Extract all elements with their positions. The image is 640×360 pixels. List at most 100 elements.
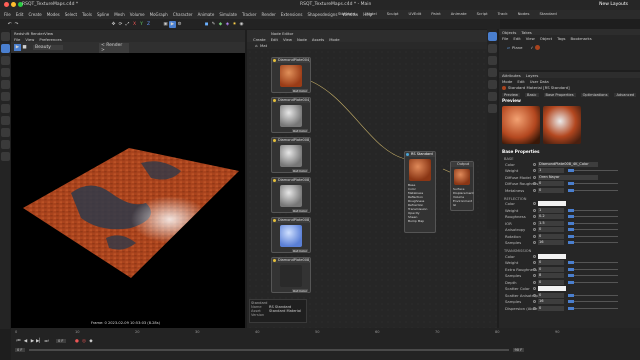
generator-icon[interactable]: ◆	[217, 21, 224, 28]
attribute-value-field[interactable]: 0	[538, 233, 564, 239]
attribute-slider[interactable]	[568, 274, 618, 278]
menu-item-4[interactable]: Select	[65, 12, 77, 17]
spline-icon[interactable]: ✎	[210, 21, 217, 28]
attribute-slider[interactable]	[568, 280, 618, 284]
attribute-value-field[interactable]: 16	[538, 240, 564, 246]
out-color-port[interactable]: Out Color	[292, 289, 308, 293]
layout-tab-3[interactable]: UVEdit	[409, 11, 422, 16]
attribute-value-field[interactable]: 1	[538, 168, 564, 174]
attributes-subtab-3[interactable]: Optimizations	[580, 92, 610, 97]
menu-item-12[interactable]: Simulate	[219, 12, 237, 17]
node-menu-item-3[interactable]: Node	[297, 37, 307, 42]
next-frame-icon[interactable]: ▶▏	[36, 338, 43, 345]
keyframe-dot-icon[interactable]	[533, 300, 536, 304]
select-tool-icon[interactable]	[0, 32, 10, 41]
record-icon[interactable]: ●	[74, 338, 81, 345]
attribute-slider[interactable]	[568, 188, 618, 192]
attribute-slider[interactable]	[568, 267, 618, 271]
current-frame-field[interactable]: 0 F	[56, 339, 66, 343]
timeline-ruler[interactable]: 0 10 20 30 40 50 60 70 80 90	[11, 328, 640, 336]
texture-node[interactable]: DiamondPlate004_4... Out Color	[271, 57, 311, 93]
menu-item-0[interactable]: File	[4, 12, 11, 17]
rs-input-port[interactable]: Bump Map	[405, 219, 435, 223]
objects-menu-item-3[interactable]: Object	[540, 36, 552, 41]
node-menu-item-1[interactable]: Edit	[271, 37, 278, 42]
aov-dropdown[interactable]: Beauty	[33, 45, 63, 50]
attribute-slider[interactable]	[568, 221, 618, 225]
undo-icon[interactable]: ↶	[6, 21, 13, 28]
menu-item-2[interactable]: Create	[28, 12, 41, 17]
objects-menu-item-4[interactable]: Tags	[557, 36, 565, 41]
move-tool-icon[interactable]: ✥	[110, 21, 117, 28]
play-icon[interactable]: ▶	[29, 338, 36, 345]
attribute-slider[interactable]	[568, 293, 618, 297]
attributes-menu-item-2[interactable]: User Data	[530, 79, 549, 84]
keyframe-dot-icon[interactable]	[533, 202, 536, 206]
attribute-slider[interactable]	[568, 261, 618, 265]
layout-tab-8[interactable]: Nodes	[518, 11, 530, 16]
menu-item-9[interactable]: MoGraph	[150, 12, 168, 17]
viewport-menu-item-2[interactable]: Preferences	[39, 37, 61, 42]
attribute-value-field[interactable]	[538, 286, 566, 292]
keyframe-dot-icon[interactable]	[533, 267, 536, 271]
attributes-menu-item-1[interactable]: Edit	[517, 79, 524, 84]
attribute-value-field[interactable]: 0	[538, 187, 564, 193]
menu-item-16[interactable]: Shapesdesigns	[307, 12, 337, 17]
objects-tab-1[interactable]: Takes	[521, 30, 531, 35]
attribute-value-field[interactable]: 0	[538, 227, 564, 233]
rotate-icon[interactable]	[0, 56, 10, 65]
objects-menu-item-2[interactable]: View	[526, 36, 535, 41]
keyframe-dot-icon[interactable]	[533, 254, 536, 258]
menu-item-8[interactable]: Volume	[130, 12, 145, 17]
breadcrumb-label[interactable]: Mat	[260, 43, 267, 48]
brush-icon[interactable]	[0, 116, 10, 125]
scale-tool-icon[interactable]: ⤢	[124, 21, 131, 28]
attribute-slider[interactable]	[568, 208, 618, 212]
keyframe-dot-icon[interactable]	[533, 274, 536, 278]
attribute-value-field[interactable]	[538, 253, 566, 259]
attribute-value-field[interactable]	[538, 201, 566, 207]
menu-item-14[interactable]: Render	[261, 12, 275, 17]
objects-manager-icon[interactable]	[487, 32, 497, 41]
output-input-port[interactable]: GI	[451, 203, 473, 207]
node-canvas[interactable]: DiamondPlate004_4...Out Color DiamondPlat…	[247, 49, 497, 328]
light-icon[interactable]: ✷	[231, 21, 238, 28]
keyframe-dot-icon[interactable]	[533, 261, 536, 265]
layout-tab-2[interactable]: Sculpt	[387, 11, 399, 16]
cube-icon[interactable]: ◼	[203, 21, 210, 28]
attribute-value-field[interactable]: 0	[538, 181, 564, 187]
start-frame-field[interactable]: 0 F	[15, 348, 25, 352]
visibility-icon[interactable]: ✓	[528, 44, 535, 51]
polygons-mode-icon[interactable]	[0, 104, 10, 113]
render-settings-icon[interactable]: ⚙	[176, 21, 183, 28]
layout-tab-5[interactable]: Animate	[451, 11, 467, 16]
attribute-value-field[interactable]: 0.2	[538, 214, 564, 220]
render-view-icon[interactable]: ▣	[162, 21, 169, 28]
out-color-port[interactable]: Out Color	[292, 169, 308, 173]
attributes-subtab-0[interactable]: Preview	[502, 92, 520, 97]
menu-item-6[interactable]: Spline	[97, 12, 109, 17]
output-node[interactable]: Output Surface Displacement Volume Environm…	[450, 161, 474, 211]
rs-standard-node[interactable]: RS Standard Base Color Metalness Reflection…	[404, 151, 436, 233]
texture-node[interactable]: DiamondPlate008_4... Out Color	[271, 177, 311, 213]
axis-z-icon[interactable]: Z	[145, 21, 152, 28]
out-color-port[interactable]: Out Color	[292, 89, 308, 93]
close-window-button[interactable]	[4, 2, 9, 7]
keyframe-dot-icon[interactable]	[533, 228, 536, 232]
layout-tab-7[interactable]: Track	[498, 11, 508, 16]
objects-menu-item-5[interactable]: Bookmarks	[571, 36, 592, 41]
keyframe-icon[interactable]: ◆	[88, 338, 95, 345]
render-icon[interactable]: ▶	[169, 20, 176, 28]
layout-tab-9[interactable]: Standard	[539, 11, 556, 16]
home-icon[interactable]: ⌂	[253, 42, 260, 49]
attribute-slider[interactable]	[568, 241, 618, 245]
scale-icon[interactable]	[0, 68, 10, 77]
structure-icon[interactable]	[487, 92, 497, 101]
keyframe-dot-icon[interactable]	[533, 169, 536, 173]
attribute-slider[interactable]	[568, 182, 618, 186]
axis-x-icon[interactable]: X	[131, 21, 138, 28]
file-tab[interactable]: RSQT_TextureMaps.c4d *	[22, 2, 78, 7]
objects-menu-item-1[interactable]: Edit	[513, 36, 520, 41]
keyframe-dot-icon[interactable]	[533, 241, 536, 245]
keyframe-dot-icon[interactable]	[533, 208, 536, 212]
